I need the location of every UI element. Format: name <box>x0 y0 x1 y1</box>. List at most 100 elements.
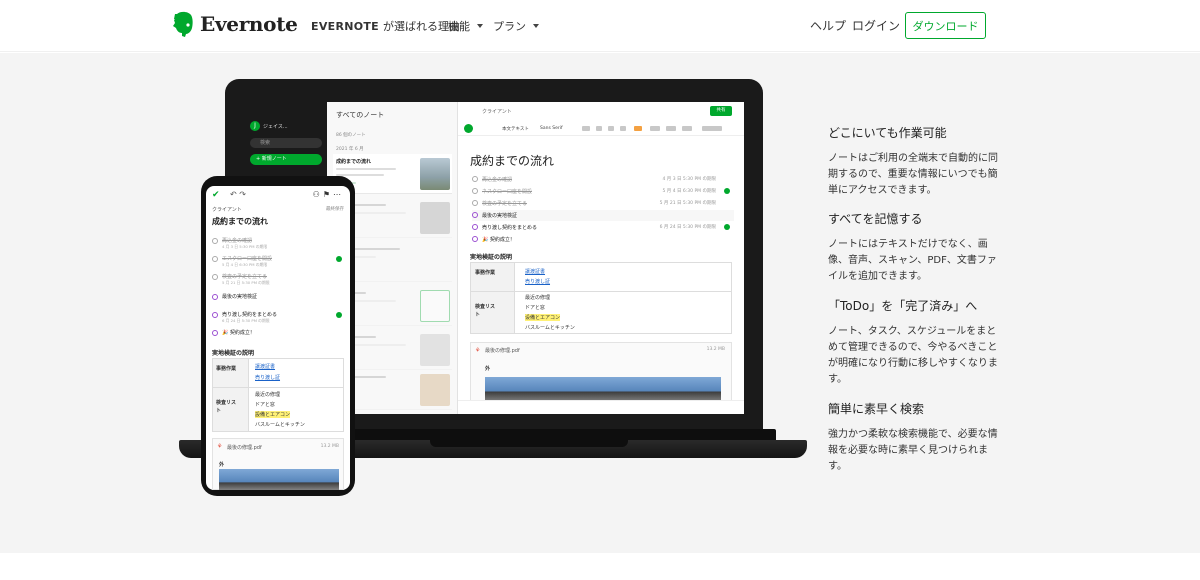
table-cell: 設備とエアコン <box>255 411 291 418</box>
task-checkbox[interactable] <box>212 312 218 318</box>
nav-help-link[interactable]: ヘルプ <box>810 17 846 34</box>
download-button[interactable]: ダウンロード <box>905 12 986 39</box>
share-button[interactable]: 共有 <box>710 106 732 116</box>
feature-title: 簡単に素早く検索 <box>828 402 925 416</box>
note-title[interactable]: 成約までの流れ <box>470 152 554 169</box>
task-checkbox[interactable] <box>212 238 218 244</box>
task-checkbox[interactable] <box>212 256 218 262</box>
evernote-logo[interactable]: Evernote <box>172 11 298 37</box>
task-text: エスクロー口座を開設 <box>222 256 273 262</box>
list-icon[interactable] <box>650 126 660 131</box>
feature-title: すべてを記憶する <box>828 212 923 226</box>
task-text: 売り渡し契約をまとめる <box>222 312 278 318</box>
nav-plans-dropdown[interactable]: プラン <box>493 18 539 34</box>
feature-block: どこにいても作業可能 ノートはご利用の全端末で自動的に同期するので、重要な情報に… <box>828 124 998 199</box>
table-cell: 最近の修理 <box>255 392 281 398</box>
task-text: 検査の予定を立てる <box>222 274 268 280</box>
underline-icon[interactable] <box>620 126 626 131</box>
task-item[interactable]: エスクロー口座を開設 5 月 4 日 6:30 PM の期限 <box>212 254 344 268</box>
task-item[interactable]: 最後の実地検証 <box>212 292 344 306</box>
more-icon[interactable]: ⚇⚑⋯ <box>313 190 344 199</box>
feature-body: 強力かつ柔軟な検索機能で、必要な情報を必要な時に素早く見つけられます。 <box>828 429 998 472</box>
check-icon[interactable]: ✔ <box>212 190 220 200</box>
task-text: 🎉 契約成立！ <box>482 237 515 243</box>
task-item[interactable]: 最後の実地検証 <box>472 210 734 221</box>
task-item[interactable]: 検査の予定を立てる 5 月 21 日 5:30 PM の期限 <box>212 272 344 286</box>
phone-note-title[interactable]: 成約までの流れ <box>212 216 268 227</box>
more-icon[interactable] <box>702 126 722 131</box>
pdf-attachment[interactable]: ⚘ 最後の修理.pdf 13.2 MB 外 <box>470 342 732 403</box>
phone-inspection-table: 事務作業 譲渡証書 売り渡し証 検査リスト 最近の修理 ドアと窓 設備とエアコン… <box>212 358 344 432</box>
feature-block: 簡単に素早く検索 強力かつ柔軟な検索機能で、必要な情報を必要な時に素早く見つけら… <box>828 400 998 475</box>
section-heading: 実地検証の説明 <box>470 254 513 261</box>
undo-icon[interactable]: ↶ ↷ <box>230 190 246 199</box>
task-item[interactable]: 売り渡し契約をまとめる 6 月 24 日 5:30 PM の期限 <box>212 310 344 324</box>
assignee-icon <box>724 224 730 230</box>
phone-pdf-attachment[interactable]: ⚘ 最後の修理.pdf 13.2 MB 外 <box>212 438 344 490</box>
task-checkbox[interactable] <box>212 330 218 336</box>
pdf-file-size: 13.2 MB <box>706 347 725 352</box>
italic-icon[interactable] <box>608 126 614 131</box>
nav-why-evernote[interactable]: EVERNOTE が選ばれる理由 <box>311 18 460 34</box>
table-cell: バスルームとキッチン <box>525 325 575 331</box>
table-cell[interactable]: 譲渡証書 <box>525 268 545 275</box>
nav-plans-label: プラン <box>493 20 526 33</box>
pdf-icon: ⚘ <box>475 347 481 354</box>
dog-thumbnail <box>420 374 450 406</box>
table-row-head: 検査リスト <box>216 400 237 414</box>
pdf-file-name: 最後の修理.pdf <box>485 348 520 354</box>
task-item[interactable]: 再込金の確認 4 月 3 日 5:30 PM の期限 <box>472 174 734 185</box>
new-note-button[interactable]: + 新規ノート <box>250 154 322 165</box>
task-due: 5 月 21 日 5:30 PM の期限 <box>222 280 270 285</box>
table-cell[interactable]: 売り渡し証 <box>255 374 280 381</box>
task-checkbox[interactable] <box>472 188 478 194</box>
checklist-icon[interactable] <box>666 126 676 131</box>
note-list-date: 2021 年 6 月 <box>336 147 364 152</box>
feature-title: 「ToDo」を「完了済み」へ <box>828 299 978 313</box>
link-icon[interactable] <box>682 126 692 131</box>
task-item[interactable]: 売り渡し契約をまとめる 6 月 24 日 5:30 PM の期限 <box>472 222 734 233</box>
task-item[interactable]: ネスクロー口座を開設 5 月 4 日 6:30 PM の期限 <box>472 186 734 197</box>
task-checkbox[interactable] <box>212 274 218 280</box>
task-checkbox[interactable] <box>472 212 478 218</box>
task-text: 🎉 契約成立！ <box>222 330 255 336</box>
task-due: 6 月 24 日 5:30 PM の期限 <box>659 225 716 230</box>
task-text: 最後の実地検証 <box>482 213 518 219</box>
sidebar-search-input[interactable]: 検索 <box>250 138 322 148</box>
insert-icon[interactable] <box>464 124 473 133</box>
feature-body: ノートにはテキストだけでなく、画像、音声、スキャン、PDF、文書ファイルを追加で… <box>828 239 997 282</box>
editor-toolbar: 本文テキスト Sans Serif <box>458 122 744 136</box>
laptop-notch <box>430 440 628 447</box>
font-select[interactable]: Sans Serif <box>540 126 563 131</box>
phone-breadcrumb[interactable]: クライアント <box>212 206 242 213</box>
highlight-icon[interactable] <box>634 126 642 131</box>
table-cell: 设備とエアコン <box>525 314 561 321</box>
font-size-icon[interactable] <box>582 126 590 131</box>
nav-features-dropdown[interactable]: 機能 <box>448 18 483 34</box>
task-text: 売り渡し契約をまとめる <box>482 225 538 231</box>
task-checkbox[interactable] <box>472 176 478 182</box>
task-checkbox[interactable] <box>212 294 218 300</box>
task-item[interactable]: 再込金の確認 4 月 3 日 5:30 PM の期限 <box>212 236 344 250</box>
chevron-down-icon <box>533 24 539 28</box>
task-checkbox[interactable] <box>472 236 478 242</box>
list-item-thumbnail <box>420 334 450 366</box>
assignee-icon <box>336 256 342 262</box>
table-cell: ドアと窓 <box>255 402 275 408</box>
table-cell[interactable]: 売り渡し証 <box>525 278 550 285</box>
phone-toolbar: ✔ ↶ ↷ ⚇⚑⋯ <box>212 190 344 202</box>
table-cell[interactable]: 譲渡証書 <box>255 363 275 370</box>
task-item[interactable]: 🎉 契約成立！ <box>212 328 344 342</box>
note-list-title: すべてのノート <box>336 111 385 119</box>
elephant-logo-icon <box>173 11 193 37</box>
task-item[interactable]: 🎉 契約成立！ <box>472 234 734 245</box>
nav-login-link[interactable]: ログイン <box>852 17 900 34</box>
task-checkbox[interactable] <box>472 200 478 206</box>
task-item[interactable]: 検査の予定を立てる 5 月 21 日 5:30 PM の期限 <box>472 198 734 209</box>
task-checkbox[interactable] <box>472 224 478 230</box>
feature-body: ノート、タスク、スケジュールをまとめて管理できるので、今やるべきことが明確になり… <box>828 326 998 385</box>
text-style-select[interactable]: 本文テキスト <box>502 126 529 132</box>
bold-icon[interactable] <box>596 126 602 131</box>
inspection-table: 事務作業 譲渡証書 売り渡し証 検査リスト 最近の修理 ドアと窓 设備とエアコン… <box>470 262 732 334</box>
table-row-head: 検査リスト <box>475 304 496 318</box>
